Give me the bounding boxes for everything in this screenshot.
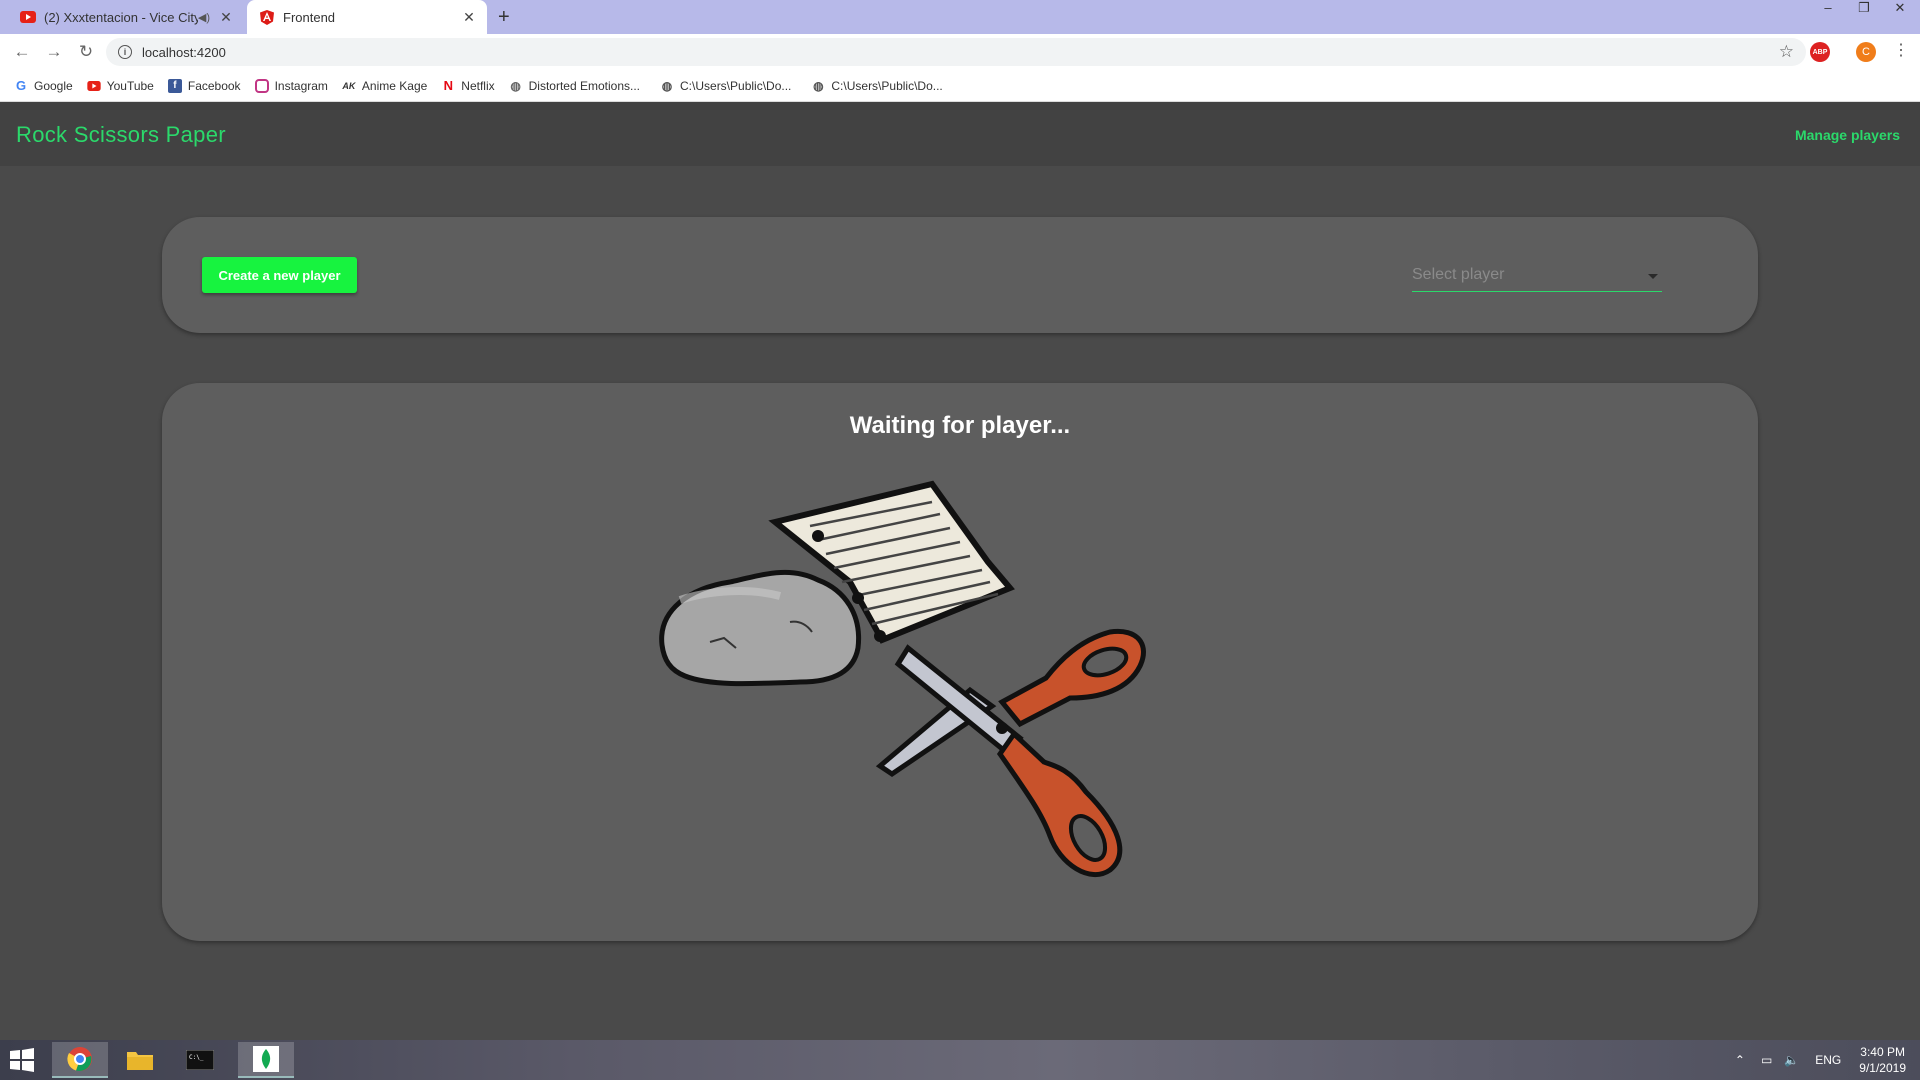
address-bar[interactable]: i localhost:4200 ☆ (106, 38, 1806, 66)
tab-youtube[interactable]: (2) Xxxtentacion - Vice City - ◀) ✕ (8, 0, 244, 34)
bookmark-anime-kage[interactable]: AK Anime Kage (342, 79, 427, 93)
bookmark-label: Distorted Emotions... (528, 78, 641, 93)
system-tray: ⌃ ▭ 🔈 ENG 3:40 PM 9/1/2019 (1735, 1040, 1920, 1080)
bookmark-label: Netflix (461, 78, 495, 93)
clock-time: 3:40 PM (1860, 1045, 1905, 1059)
restore-icon[interactable]: ❐ (1846, 0, 1882, 18)
rock-icon (659, 569, 862, 687)
browser-menu-icon[interactable]: ⋮ (1893, 40, 1909, 60)
windows-start-icon[interactable] (8, 1048, 38, 1072)
bookmark-label: Instagram (274, 78, 328, 93)
bookmark-instagram[interactable]: Instagram (254, 78, 328, 93)
bookmark-facebook[interactable]: f Facebook (167, 78, 241, 93)
manage-players-link[interactable]: Manage players (1795, 127, 1900, 143)
browser-toolbar: ← → ↻ i localhost:4200 ☆ (0, 34, 1920, 70)
bookmark-youtube[interactable]: YouTube (87, 79, 154, 93)
windows-taskbar: C:\_ ⌃ ▭ 🔈 ENG 3:40 PM 9/1/2019 (0, 1040, 1920, 1080)
globe-icon: ◍ (510, 78, 521, 93)
reload-icon[interactable]: ↻ (70, 36, 102, 68)
volume-icon[interactable]: 🔈 (1784, 1053, 1799, 1067)
bookmark-netflix[interactable]: N Netflix (441, 78, 495, 93)
bookmark-star-icon[interactable]: ☆ (1779, 42, 1794, 62)
close-window-icon[interactable]: ✕ (1882, 0, 1918, 18)
app-header: Rock Scissors Paper Manage players (0, 102, 1920, 166)
bookmarks-bar: G Google YouTube f Facebook Instagram AK… (0, 70, 1920, 102)
forward-arrow-icon[interactable]: → (38, 36, 70, 68)
address-text: localhost:4200 (142, 44, 226, 60)
browser-tab-strip: (2) Xxxtentacion - Vice City - ◀) ✕ Fron… (0, 0, 1920, 34)
status-heading: Waiting for player... (849, 412, 1071, 439)
bookmark-google[interactable]: G Google (14, 78, 73, 93)
taskbar-chrome-icon[interactable] (52, 1042, 108, 1078)
info-icon[interactable]: i (118, 45, 132, 59)
dropdown-arrow-icon (1648, 274, 1658, 279)
minimize-icon[interactable]: – (1810, 0, 1846, 18)
clock[interactable]: 3:40 PM 9/1/2019 (1859, 1044, 1906, 1076)
profile-avatar[interactable]: C (1856, 42, 1876, 62)
speaker-icon[interactable]: ◀) (198, 11, 210, 24)
tray-up-arrow-icon[interactable]: ⌃ (1735, 1053, 1745, 1067)
bookmark-local-file-1[interactable]: ◍ C:\Users\Public\Do... (660, 78, 792, 93)
taskbar-mongodb-icon[interactable] (238, 1042, 294, 1078)
netflix-icon: N (443, 78, 453, 93)
rock-paper-scissors-illustration (659, 480, 1146, 878)
bookmark-local-file-2[interactable]: ◍ C:\Users\Public\Do... (811, 78, 943, 93)
select-player-placeholder: Select player (1412, 266, 1505, 283)
scissors-icon (875, 628, 1146, 878)
taskbar-file-explorer-icon[interactable] (112, 1042, 168, 1078)
new-tab-button[interactable]: + (498, 6, 510, 29)
bookmark-label: C:\Users\Public\Do... (831, 78, 943, 93)
clock-date: 9/1/2019 (1859, 1061, 1906, 1075)
tab-title: Frontend (283, 9, 336, 25)
adblock-extension-icon[interactable]: ABP (1810, 42, 1830, 62)
youtube-icon (20, 9, 36, 25)
svg-text:C:\_: C:\_ (189, 1054, 204, 1061)
language-indicator[interactable]: ENG (1815, 1053, 1841, 1067)
instagram-icon (254, 78, 269, 93)
create-player-button[interactable]: Create a new player (202, 257, 357, 293)
tab-close-icon[interactable]: ✕ (459, 9, 479, 26)
bookmark-label: Google (34, 78, 73, 93)
window-controls: – ❐ ✕ (1810, 0, 1918, 18)
network-icon[interactable]: ▭ (1761, 1053, 1772, 1067)
youtube-icon (87, 79, 101, 93)
tab-close-icon[interactable]: ✕ (216, 9, 236, 26)
google-icon: G (15, 78, 27, 93)
select-player-dropdown[interactable]: Select player (1412, 262, 1662, 292)
facebook-icon: f (167, 78, 182, 93)
bookmark-label: Facebook (187, 78, 241, 93)
back-arrow-icon[interactable]: ← (6, 36, 38, 68)
app-title: Rock Scissors Paper (16, 122, 226, 147)
angular-icon (259, 9, 275, 25)
globe-icon: ◍ (661, 78, 673, 93)
tab-frontend[interactable]: Frontend ✕ (247, 0, 487, 34)
bookmark-distorted-emotions[interactable]: ◍ Distorted Emotions... (509, 79, 640, 93)
tab-title: (2) Xxxtentacion - Vice City - (44, 9, 198, 25)
taskbar-terminal-icon[interactable]: C:\_ (172, 1042, 228, 1078)
animekage-icon: AK (342, 80, 356, 91)
bookmark-label: YouTube (106, 78, 154, 93)
bookmark-label: Anime Kage (361, 78, 428, 93)
bookmark-label: C:\Users\Public\Do... (680, 78, 792, 93)
globe-icon: ◍ (813, 78, 824, 93)
